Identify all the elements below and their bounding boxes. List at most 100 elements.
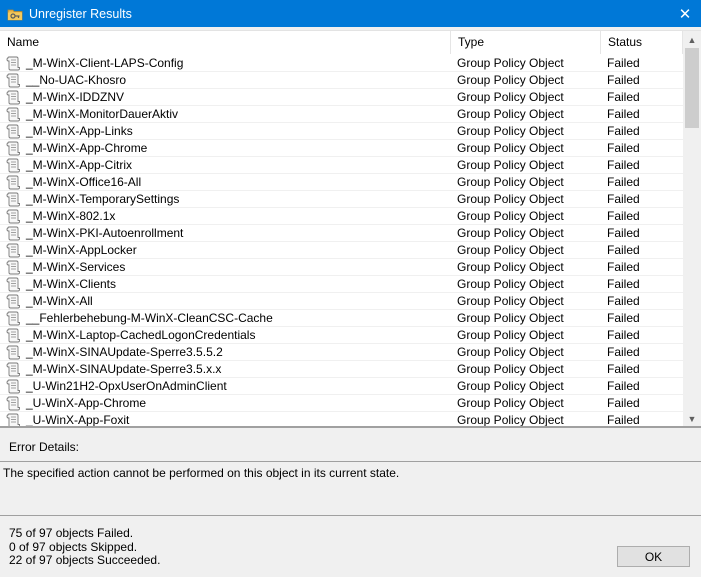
row-type: Group Policy Object: [457, 293, 564, 308]
row-name: _M-WinX-App-Chrome: [26, 140, 148, 155]
table-row[interactable]: __No-UAC-Khosro Group Policy Object Failed: [0, 72, 683, 89]
list-header: Name Type Status: [0, 31, 683, 54]
table-row[interactable]: _M-WinX-App-Links Group Policy Object Fail…: [0, 123, 683, 140]
row-name: _M-WinX-SINAUpdate-Sperre3.5.x.x: [26, 361, 222, 376]
pane-splitter[interactable]: [0, 426, 701, 430]
row-status: Failed: [607, 140, 640, 155]
row-type: Group Policy Object: [457, 174, 564, 189]
table-row[interactable]: _U-WinX-App-Chrome Group Policy Object Fai…: [0, 395, 683, 412]
table-row[interactable]: _M-WinX-All Group Policy Object Failed: [0, 293, 683, 310]
gpo-scroll-icon: [5, 107, 21, 122]
table-row[interactable]: _M-WinX-Client-LAPS-Config Group Policy O…: [0, 55, 683, 72]
close-button[interactable]: ✕: [669, 0, 701, 27]
row-status: Failed: [607, 327, 640, 342]
table-row[interactable]: _M-WinX-PKI-Autoenrollment Group Policy O…: [0, 225, 683, 242]
scroll-up-button[interactable]: ▲: [683, 31, 701, 48]
gpo-scroll-icon: [5, 328, 21, 343]
row-type: Group Policy Object: [457, 412, 564, 427]
table-row[interactable]: _U-Win21H2-OpxUserOnAdminClient Group Pol…: [0, 378, 683, 395]
column-header-name[interactable]: Name: [0, 31, 451, 54]
gpo-scroll-icon: [5, 277, 21, 292]
row-name-cell: _M-WinX-MonitorDauerAktiv: [0, 106, 451, 123]
vertical-scrollbar[interactable]: ▲ ▼: [683, 31, 701, 426]
table-row[interactable]: _M-WinX-App-Chrome Group Policy Object Fai…: [0, 140, 683, 157]
row-status: Failed: [607, 361, 640, 376]
row-name-cell: _U-Win21H2-OpxUserOnAdminClient: [0, 378, 451, 395]
row-name-cell: _M-WinX-Laptop-CachedLogonCredentials: [0, 327, 451, 344]
row-name-cell: _M-WinX-App-Citrix: [0, 157, 451, 174]
row-name: _M-WinX-802.1x: [26, 208, 116, 223]
table-row[interactable]: _M-WinX-TemporarySettings Group Policy Ob…: [0, 191, 683, 208]
row-name: _M-WinX-SINAUpdate-Sperre3.5.5.2: [26, 344, 223, 359]
row-status: Failed: [607, 106, 640, 121]
row-name-cell: _M-WinX-PKI-Autoenrollment: [0, 225, 451, 242]
table-row[interactable]: __Fehlerbehebung-M-WinX-CleanCSC-Cache Gr…: [0, 310, 683, 327]
gpo-scroll-icon: [5, 90, 21, 105]
row-name: __Fehlerbehebung-M-WinX-CleanCSC-Cache: [26, 310, 273, 325]
scrollbar-thumb[interactable]: [685, 48, 699, 128]
row-status: Failed: [607, 157, 640, 172]
row-type: Group Policy Object: [457, 259, 564, 274]
row-name-cell: _M-WinX-TemporarySettings: [0, 191, 451, 208]
row-name: _M-WinX-All: [26, 293, 93, 308]
row-type: Group Policy Object: [457, 55, 564, 70]
row-status: Failed: [607, 55, 640, 70]
ok-button[interactable]: OK: [617, 546, 690, 567]
gpo-scroll-icon: [5, 243, 21, 258]
row-type: Group Policy Object: [457, 208, 564, 223]
row-type: Group Policy Object: [457, 310, 564, 325]
error-details-label: Error Details:: [9, 440, 80, 454]
summary-failed: 75 of 97 objects Failed.: [9, 526, 134, 540]
row-name: _M-WinX-AppLocker: [26, 242, 137, 257]
row-name-cell: _M-WinX-802.1x: [0, 208, 451, 225]
gpo-scroll-icon: [5, 294, 21, 309]
table-row[interactable]: _U-WinX-App-Foxit Group Policy Object Fail…: [0, 412, 683, 426]
gpo-scroll-icon: [5, 345, 21, 360]
table-row[interactable]: _M-WinX-SINAUpdate-Sperre3.5.5.2 Group Po…: [0, 344, 683, 361]
row-status: Failed: [607, 395, 640, 410]
title-bar[interactable]: Unregister Results ✕: [0, 0, 701, 27]
gpo-scroll-icon: [5, 379, 21, 394]
table-row[interactable]: _M-WinX-AppLocker Group Policy Object Fail…: [0, 242, 683, 259]
scroll-down-button[interactable]: ▼: [683, 410, 701, 426]
table-row[interactable]: _M-WinX-IDDZNV Group Policy Object Failed: [0, 89, 683, 106]
row-name-cell: _U-WinX-App-Foxit: [0, 412, 451, 426]
row-status: Failed: [607, 123, 640, 138]
row-status: Failed: [607, 310, 640, 325]
row-status: Failed: [607, 378, 640, 393]
row-name-cell: _M-WinX-IDDZNV: [0, 89, 451, 106]
column-header-status[interactable]: Status: [601, 31, 683, 54]
folder-key-icon: [7, 6, 23, 22]
table-row[interactable]: _M-WinX-Services Group Policy Object Faile…: [0, 259, 683, 276]
row-name: _M-WinX-IDDZNV: [26, 89, 124, 104]
column-header-type[interactable]: Type: [451, 31, 601, 54]
row-status: Failed: [607, 412, 640, 427]
result-summary: 75 of 97 objects Failed. 0 of 97 objects…: [9, 526, 161, 568]
row-name-cell: _M-WinX-Client-LAPS-Config: [0, 55, 451, 72]
results-list[interactable]: Name Type Status _M-WinX-Client-LAPS-Con…: [0, 30, 701, 426]
chevron-up-icon: ▲: [687, 34, 697, 45]
row-name-cell: _M-WinX-All: [0, 293, 451, 310]
table-row[interactable]: _M-WinX-App-Citrix Group Policy Object Fai…: [0, 157, 683, 174]
row-status: Failed: [607, 208, 640, 223]
gpo-scroll-icon: [5, 311, 21, 326]
table-row[interactable]: _M-WinX-Clients Group Policy Object Failed: [0, 276, 683, 293]
close-icon: ✕: [678, 5, 692, 23]
summary-succeeded: 22 of 97 objects Succeeded.: [9, 553, 161, 567]
row-type: Group Policy Object: [457, 361, 564, 376]
table-row[interactable]: _M-WinX-Office16-All Group Policy Object F…: [0, 174, 683, 191]
table-row[interactable]: _M-WinX-802.1x Group Policy Object Failed: [0, 208, 683, 225]
error-details-text[interactable]: The specified action cannot be performed…: [0, 461, 701, 516]
gpo-scroll-icon: [5, 124, 21, 139]
row-name-cell: _M-WinX-Office16-All: [0, 174, 451, 191]
table-row[interactable]: _M-WinX-SINAUpdate-Sperre3.5.x.x Group Po…: [0, 361, 683, 378]
gpo-scroll-icon: [5, 192, 21, 207]
row-status: Failed: [607, 89, 640, 104]
row-type: Group Policy Object: [457, 327, 564, 342]
gpo-scroll-icon: [5, 226, 21, 241]
row-name: _M-WinX-App-Citrix: [26, 157, 133, 172]
table-row[interactable]: _M-WinX-Laptop-CachedLogonCredentials Gro…: [0, 327, 683, 344]
table-row[interactable]: _M-WinX-MonitorDauerAktiv Group Policy Ob…: [0, 106, 683, 123]
row-status: Failed: [607, 259, 640, 274]
row-name-cell: _M-WinX-Clients: [0, 276, 451, 293]
